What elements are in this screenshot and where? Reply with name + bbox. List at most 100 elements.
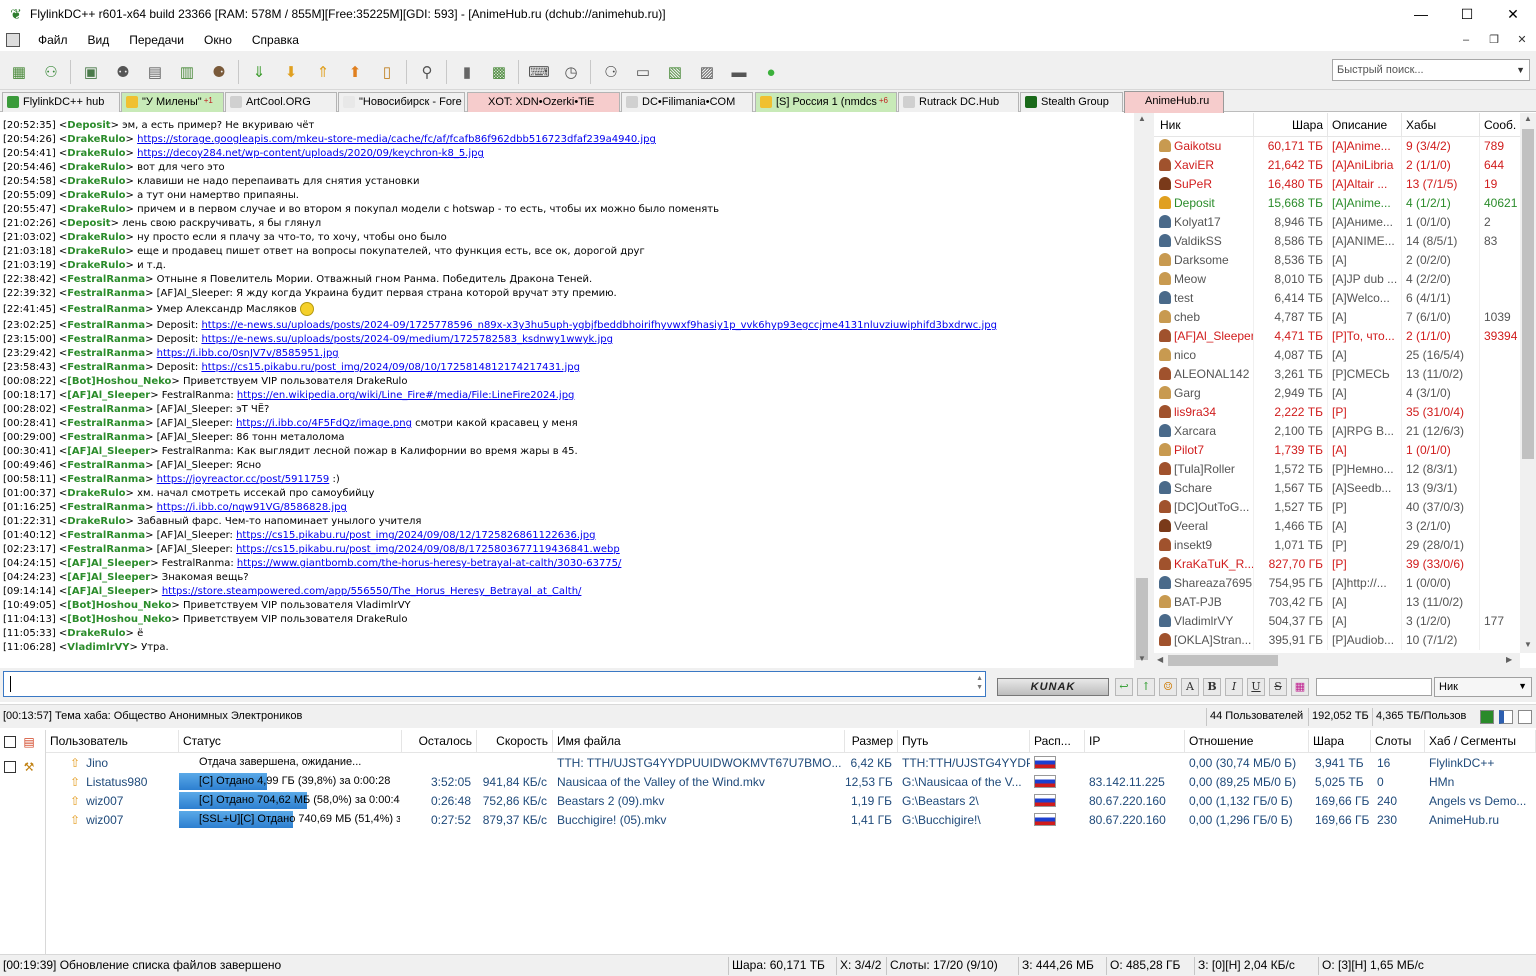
chat-nick[interactable]: FestralRanma (67, 404, 145, 415)
color-picker-icon[interactable]: ▦ (1291, 678, 1309, 696)
chat-link[interactable]: https://cs15.pikabu.ru/post_img/2024/09/… (236, 530, 595, 541)
chat-nick[interactable]: Deposit (67, 120, 110, 131)
user-row[interactable]: Xarcara 2,100 ТБ [A]RPG B... 21 (12/6/3) (1154, 422, 1520, 441)
user-row[interactable]: [DC]OutToG... 1,527 ТБ [P] 40 (37/0/3) (1154, 498, 1520, 517)
system-log-icon[interactable]: ▨ (694, 59, 720, 85)
user-row[interactable]: Gaikotsu 60,171 ТБ [A]Anime... 9 (3/4/2) 789 (1154, 137, 1520, 156)
user-row[interactable]: Veeral 1,466 ТБ [A] 3 (2/1/0) (1154, 517, 1520, 536)
column-header[interactable]: Отношение (1185, 730, 1309, 753)
maximize-button[interactable]: ☐ (1444, 0, 1490, 28)
scroll-down-icon[interactable]: ▼ (1524, 640, 1532, 649)
chat-nick[interactable]: DrakeRulo (67, 204, 125, 215)
chat-nick[interactable]: DrakeRulo (67, 488, 125, 499)
chat-nick[interactable]: FestralRanma (67, 274, 145, 285)
send-icon[interactable]: ↩ (1115, 678, 1133, 696)
chat-scrollbar[interactable]: ▲ ▼ (1134, 113, 1150, 668)
minimize-button[interactable]: — (1398, 0, 1444, 28)
user-row[interactable]: Deposit 15,668 ТБ [A]Anime... 4 (1/2/1) 4062… (1154, 194, 1520, 213)
mdi-close-button[interactable]: ✕ (1508, 30, 1536, 50)
chat-nick[interactable]: DrakeRulo (67, 162, 125, 173)
user-row[interactable]: BAT-PJB 703,42 ГБ [A] 13 (11/0/2) (1154, 593, 1520, 612)
hub-tab[interactable]: ArtCool.ORG (225, 92, 337, 112)
chat-nick[interactable]: [Bot]Hoshou_Neko (67, 376, 171, 387)
transfers-filter-checkbox[interactable] (4, 736, 16, 748)
chat-nick[interactable]: FestralRanma (67, 474, 145, 485)
user-row[interactable]: KraKaTuK_R... 827,70 ГБ [P] 39 (33/0/6) (1154, 555, 1520, 574)
column-header[interactable]: Размер (845, 730, 898, 753)
transfer-row[interactable]: ⇧ wiz007 [SSL+U][C] Отдано 740,69 МБ (51,4… (46, 811, 1536, 830)
hub-tab[interactable]: AnimeHub.ru (1124, 91, 1224, 113)
chat-nick[interactable]: VladimlrVY (67, 642, 129, 653)
finished-uploads-icon[interactable]: ⬆ (342, 59, 368, 85)
chat-nick[interactable]: FestralRanma (67, 502, 145, 513)
user-row[interactable]: [OKLA]Stran... 395,91 ГБ [P]Audiob... 10 (7… (1154, 631, 1520, 650)
menu-window[interactable]: Окно (194, 33, 242, 47)
recent-hubs-icon[interactable]: ▤ (142, 59, 168, 85)
menu-file[interactable]: Файл (28, 33, 78, 47)
chat-nick[interactable]: FestralRanma (67, 530, 145, 541)
column-header[interactable]: Расп... (1030, 730, 1085, 753)
hub-tab[interactable]: [S] Россия 1 (nmdcs +6 (755, 92, 897, 112)
user-row[interactable]: SuPeR 16,480 ТБ [A]Altair ... 13 (7/1/5) 19 (1154, 175, 1520, 194)
user-row[interactable]: test 6,414 ТБ [A]Welco... 6 (4/1/1) (1154, 289, 1520, 308)
hub-tab[interactable]: "Новосибирск - Fore (338, 92, 465, 112)
user-list[interactable]: Ник Шара Описание Хабы Сооб. Gaikotsu 60,171 Т… (1154, 113, 1520, 653)
user-row[interactable]: nico 4,087 ТБ [A] 25 (16/5/4) (1154, 346, 1520, 365)
menu-view[interactable]: Вид (78, 33, 120, 47)
chat-link[interactable]: https://i.ibb.co/nqw91VG/8586828.jpg (157, 502, 347, 513)
scroll-up-icon[interactable]: ▲ (1134, 114, 1150, 123)
input-resize-arrows-icon[interactable]: ▲ ▼ (976, 674, 983, 692)
chat-link[interactable]: https://i.ibb.co/4F5FdQz/image.png (236, 418, 412, 429)
search-spy-icon[interactable]: ▩ (486, 59, 512, 85)
transfer-row[interactable]: ⇧ Jino Отдача завершена, ожидание... TTH: T… (46, 754, 1536, 773)
userlist-checkbox[interactable] (1518, 710, 1532, 724)
scroll-up-icon[interactable]: ▲ (1524, 114, 1532, 123)
user-row[interactable]: Garg 2,949 ТБ [A] 4 (3/1/0) (1154, 384, 1520, 403)
transfer-row[interactable]: ⇧ Listatus980 [C] Отдано 4,99 ГБ (39,8%) з… (46, 773, 1536, 792)
column-header[interactable]: Имя файла (553, 730, 845, 753)
font-icon[interactable]: A (1181, 678, 1199, 696)
transfers-table[interactable]: Пользователь Статус Осталось Скорость Имя фа… (46, 730, 1536, 954)
favorite-users-icon[interactable]: ⚉ (110, 59, 136, 85)
close-button[interactable]: ✕ (1490, 0, 1536, 28)
user-row[interactable]: [Tula]Roller 1,572 ТБ [P]Немно... 12 (8/3/1… (1154, 460, 1520, 479)
chat-link[interactable]: https://cs15.pikabu.ru/post_img/2024/09/… (201, 362, 579, 373)
chat-nick[interactable]: [AF]Al_Sleeper (67, 390, 150, 401)
chat-nick[interactable]: DrakeRulo (67, 628, 125, 639)
monitor-icon[interactable] (1480, 710, 1494, 724)
notepad-icon[interactable]: ⚆ (598, 59, 624, 85)
public-hubs-icon[interactable]: ▦ (6, 59, 32, 85)
hub-tab[interactable]: DC•Filimania•COM (621, 92, 753, 112)
column-header[interactable]: Скорость (477, 730, 553, 753)
mdi-minimize-button[interactable]: – (1452, 30, 1480, 50)
user-row[interactable]: [AF]Al_Sleeper 4,471 ТБ [P]То, что... 2 (1/… (1154, 327, 1520, 346)
file-list-icon[interactable]: ▯ (374, 59, 400, 85)
chat-link[interactable]: https://i.ibb.co/0snJV7v/8585951.jpg (157, 348, 339, 359)
user-row[interactable]: Pilot7 1,739 ТБ [A] 1 (0/1/0) (1154, 441, 1520, 460)
chat-nick[interactable]: [AF]Al_Sleeper (67, 558, 150, 569)
user-list-hscrollbar[interactable]: ◀ ▶ (1154, 653, 1520, 668)
chat-log[interactable]: [20:52:35] <Deposit> эм, а есть пример? … (0, 113, 1134, 668)
magnet-icon[interactable]: ↑ (1137, 678, 1155, 696)
user-row[interactable]: ValdikSS 8,586 ТБ [A]ANIME... 14 (8/5/1) 83 (1154, 232, 1520, 251)
column-header[interactable]: IP (1085, 730, 1185, 753)
keyboard-icon[interactable]: ⌨ (526, 59, 552, 85)
bold-button[interactable]: B (1203, 678, 1221, 696)
favorite-hubs-icon[interactable]: ▣ (78, 59, 104, 85)
user-list-vscrollbar[interactable]: ▲ ▼ (1520, 113, 1536, 653)
chat-nick[interactable]: DrakeRulo (67, 516, 125, 527)
chat-link[interactable]: https://cs15.pikabu.ru/post_img/2024/09/… (236, 544, 620, 555)
chat-nick[interactable]: DrakeRulo (67, 190, 125, 201)
column-header[interactable]: Хабы (1402, 113, 1480, 137)
chat-nick[interactable]: FestralRanma (67, 334, 145, 345)
chat-nick[interactable]: DrakeRulo (67, 134, 125, 145)
hub-tab[interactable]: XOT: XDN•Ozerki•TiE (467, 92, 620, 112)
download-queue-icon[interactable]: ⇓ (246, 59, 272, 85)
chat-nick[interactable]: FestralRanma (67, 460, 145, 471)
chat-nick[interactable]: [AF]Al_Sleeper (67, 572, 150, 583)
user-row[interactable]: Kolyat17 8,946 ТБ [A]Аниме... 1 (0/1/0) 2 (1154, 213, 1520, 232)
open-downloads-icon[interactable]: ▬ (726, 59, 752, 85)
chat-link[interactable]: https://decoy284.net/wp-content/uploads/… (137, 148, 484, 159)
hub-tab[interactable]: Stealth Group (1020, 92, 1123, 112)
chat-nick[interactable]: Deposit (67, 218, 110, 229)
